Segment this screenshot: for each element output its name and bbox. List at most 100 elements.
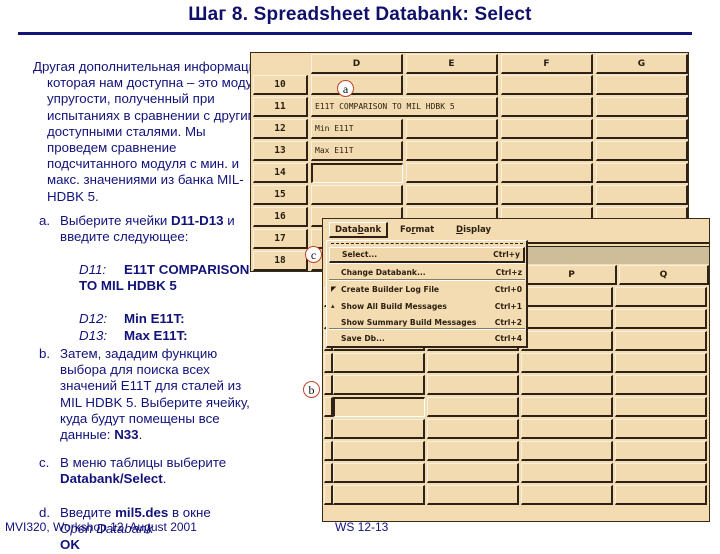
formula-bar[interactable] <box>527 246 709 264</box>
column-header-f[interactable]: F <box>501 54 593 74</box>
row-header[interactable] <box>324 419 333 439</box>
menu-item-create-builder-log-file[interactable]: ◤ Create Builder Log File Ctrl+0 <box>329 281 525 297</box>
cell-g12[interactable] <box>596 119 688 139</box>
grid-cell[interactable] <box>521 353 613 373</box>
column-header-e[interactable]: E <box>406 54 498 74</box>
row-header[interactable] <box>324 441 333 461</box>
grid-cell[interactable] <box>333 463 425 483</box>
grid-cell[interactable] <box>333 353 425 373</box>
title-rule <box>18 32 692 35</box>
row-header[interactable] <box>324 397 333 417</box>
row-header-14[interactable]: 14 <box>253 163 308 183</box>
grid-cell[interactable] <box>427 441 519 461</box>
cell-g11[interactable] <box>596 97 688 117</box>
row-header-15[interactable]: 15 <box>253 185 308 205</box>
cell-f10[interactable] <box>501 75 593 95</box>
entry-d11: D11: E11T COMPARISON TO MIL HDBK 5 <box>79 262 254 294</box>
grid-cell[interactable] <box>521 375 613 395</box>
cell-e13[interactable] <box>406 141 498 161</box>
grid-cell[interactable] <box>427 419 519 439</box>
cell-e14[interactable] <box>406 163 498 183</box>
cell-d13[interactable]: Max E11T <box>311 141 403 161</box>
row-header-13[interactable]: 13 <box>253 141 308 161</box>
cell-d15[interactable] <box>311 185 403 205</box>
cell-g10[interactable] <box>596 75 688 95</box>
row-header[interactable] <box>324 485 333 505</box>
row-header-18[interactable]: 18 <box>253 251 308 271</box>
cell-f12[interactable] <box>501 119 593 139</box>
grid-cell[interactable] <box>521 463 613 483</box>
grid-cell[interactable] <box>521 397 613 417</box>
column-header-q[interactable]: Q <box>619 265 709 285</box>
cell-d12[interactable]: Min E11T <box>311 119 403 139</box>
menu-display[interactable]: Display <box>451 222 496 238</box>
column-header-g[interactable]: G <box>596 54 688 74</box>
grid-cell[interactable] <box>615 485 707 505</box>
grid-cell[interactable] <box>333 441 425 461</box>
menu-item-select[interactable]: Select... Ctrl+y <box>329 247 525 263</box>
grid-cell[interactable] <box>521 485 613 505</box>
cell-g14[interactable] <box>596 163 688 183</box>
row-header-10[interactable]: 10 <box>253 75 308 95</box>
grid-cell[interactable] <box>521 441 613 461</box>
grid-cell[interactable] <box>615 419 707 439</box>
grid-cell[interactable] <box>615 463 707 483</box>
cell-f14[interactable] <box>501 163 593 183</box>
cell-g13[interactable] <box>596 141 688 161</box>
cell-text: Max E11T <box>315 146 354 155</box>
grid-cell[interactable] <box>615 441 707 461</box>
cell-g15[interactable] <box>596 185 688 205</box>
grid-cell[interactable] <box>615 331 707 351</box>
cell-e12[interactable] <box>406 119 498 139</box>
cell-d14[interactable] <box>311 163 403 183</box>
grid-cell[interactable] <box>521 287 613 307</box>
grid-cell[interactable] <box>615 309 707 329</box>
menu-item-change-databank[interactable]: Change Databank... Ctrl+z <box>329 264 525 280</box>
cell-d11[interactable]: E11T COMPARISON TO MIL HDBK 5 <box>311 97 498 117</box>
menu-databank[interactable]: Data b ank <box>329 222 389 238</box>
step-c-marker: c. <box>39 455 50 470</box>
grid-cell[interactable] <box>615 353 707 373</box>
cell-e10[interactable] <box>406 75 498 95</box>
row-header[interactable] <box>324 463 333 483</box>
menu-tear-off[interactable] <box>331 243 523 244</box>
column-header-d[interactable]: D <box>311 54 403 74</box>
row-header-11[interactable]: 11 <box>253 97 308 117</box>
cell-f15[interactable] <box>501 185 593 205</box>
cell-f11[interactable] <box>501 97 593 117</box>
grid-cell[interactable] <box>427 485 519 505</box>
row-header[interactable] <box>324 375 333 395</box>
row-header-12[interactable]: 12 <box>253 119 308 139</box>
grid-cell[interactable] <box>427 375 519 395</box>
grid-cell[interactable] <box>427 463 519 483</box>
step-a-marker: a. <box>39 213 51 228</box>
entry-d13: D13: Max E11T: <box>79 328 254 344</box>
grid-cell[interactable] <box>521 309 613 329</box>
grid-cell[interactable] <box>521 419 613 439</box>
grid-cell[interactable] <box>615 287 707 307</box>
cell-n33-selected[interactable] <box>333 397 425 417</box>
grid-cell[interactable] <box>427 397 519 417</box>
menubar-label-part: mat <box>415 225 435 235</box>
cell-f13[interactable] <box>501 141 593 161</box>
row-header[interactable] <box>324 353 333 373</box>
step-a: a. Выберите ячейки D11-D13 и введите сле… <box>39 213 254 245</box>
row-header-17[interactable]: 17 <box>253 229 308 249</box>
menu-item-show-summary-build-messages[interactable]: Show Summary Build Messages Ctrl+2 <box>329 314 525 330</box>
menu-format[interactable]: Fo r mat <box>395 222 439 238</box>
grid-cell[interactable] <box>615 397 707 417</box>
grid-cell[interactable] <box>333 485 425 505</box>
grid-cell[interactable] <box>615 375 707 395</box>
menu-item-save-db[interactable]: Save Db... Ctrl+4 <box>329 330 525 346</box>
grid-cell[interactable] <box>427 353 519 373</box>
grid-cell[interactable] <box>333 375 425 395</box>
row-header-16[interactable]: 16 <box>253 207 308 227</box>
cell-d10[interactable] <box>311 75 403 95</box>
step-d-text: Введите <box>60 505 116 520</box>
grid-cell[interactable] <box>521 331 613 351</box>
grid-cell[interactable] <box>333 419 425 439</box>
cell-e15[interactable] <box>406 185 498 205</box>
column-header-p[interactable]: P <box>527 265 617 285</box>
menu-item-show-all-build-messages[interactable]: ▴ Show All Build Messages Ctrl+1 <box>329 298 525 314</box>
menu-item-label: Create Builder Log File <box>341 284 440 294</box>
